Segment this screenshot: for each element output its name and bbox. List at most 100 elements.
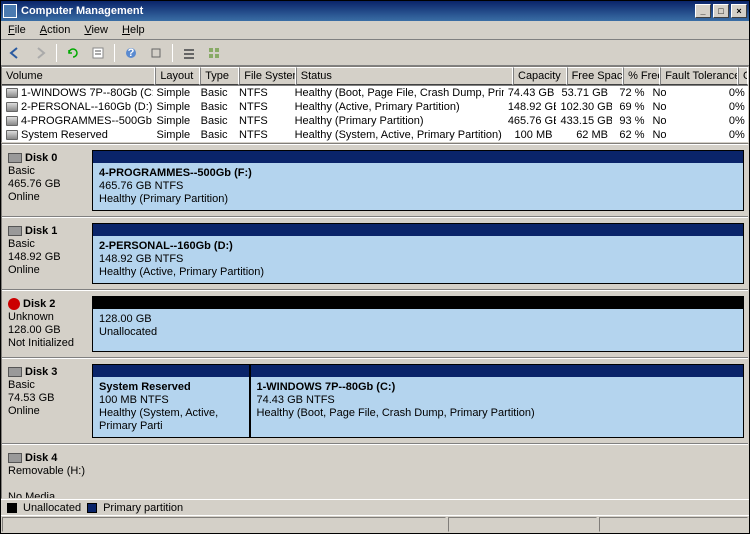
- volume-type: Basic: [197, 101, 235, 113]
- col-freespace[interactable]: Free Space: [567, 67, 623, 85]
- help-button[interactable]: ?: [120, 42, 142, 64]
- status-bar: [1, 515, 749, 533]
- partition[interactable]: 128.00 GBUnallocated: [92, 296, 744, 352]
- back-button[interactable]: [4, 42, 26, 64]
- col-overhead[interactable]: Overhead: [738, 67, 748, 85]
- volume-ov: 0%: [725, 101, 748, 113]
- disk-type: Basic: [8, 238, 90, 251]
- volume-ft: No: [648, 87, 724, 99]
- close-button[interactable]: ×: [731, 4, 747, 18]
- forward-button[interactable]: [29, 42, 51, 64]
- refresh-button[interactable]: [62, 42, 84, 64]
- view-list-button[interactable]: [178, 42, 200, 64]
- menu-view[interactable]: View: [77, 22, 115, 38]
- volume-pct: 72 %: [612, 87, 649, 99]
- volume-free: 53.71 GB: [556, 87, 612, 99]
- volume-layout: Simple: [153, 115, 197, 127]
- volume-header: Volume Layout Type File System Status Ca…: [2, 67, 748, 86]
- volume-ov: 0%: [725, 115, 748, 127]
- partition-bar: [251, 365, 743, 377]
- disk-icon: [8, 153, 22, 163]
- volume-icon: [6, 116, 18, 126]
- partition[interactable]: 1-WINDOWS 7P--80Gb (C:)74.43 GB NTFSHeal…: [250, 364, 744, 438]
- partition[interactable]: System Reserved100 MB NTFSHealthy (Syste…: [92, 364, 250, 438]
- disk-info[interactable]: Disk 3Basic74.53 GBOnline: [6, 362, 92, 440]
- col-type[interactable]: Type: [200, 67, 239, 85]
- window-title: Computer Management: [21, 5, 143, 17]
- settings-button[interactable]: [145, 42, 167, 64]
- volume-fs: NTFS: [235, 115, 291, 127]
- volume-ov: 0%: [725, 87, 748, 99]
- disk-partitions: [92, 448, 744, 499]
- content-area: Volume Layout Type File System Status Ca…: [1, 66, 749, 515]
- disk-info[interactable]: Disk 0Basic465.76 GBOnline: [6, 148, 92, 213]
- disk-state: Online: [8, 405, 90, 418]
- volume-icon: [6, 88, 18, 98]
- volume-ft: No: [648, 101, 724, 113]
- disk-type: Removable (H:): [8, 465, 90, 478]
- col-layout[interactable]: Layout: [155, 67, 200, 85]
- legend: UnallocatedPrimary partition: [1, 499, 749, 515]
- disk-name: Disk 3: [25, 366, 57, 378]
- menu-help[interactable]: Help: [115, 22, 152, 38]
- partition-size: 100 MB NTFS: [99, 394, 243, 407]
- volume-list: Volume Layout Type File System Status Ca…: [1, 66, 749, 143]
- disk-type: Basic: [8, 165, 90, 178]
- app-icon: [3, 4, 17, 18]
- volume-type: Basic: [197, 87, 235, 99]
- partition-bar: [93, 224, 743, 236]
- volume-status: Healthy (Active, Primary Partition): [291, 101, 504, 113]
- disk-graphical-view: Disk 0Basic465.76 GBOnline4-PROGRAMMES--…: [1, 143, 749, 499]
- volume-layout: Simple: [153, 129, 197, 141]
- disk-row: Disk 1Basic148.92 GBOnline2-PERSONAL--16…: [2, 217, 748, 290]
- menu-file[interactable]: File: [1, 22, 33, 38]
- disk-info[interactable]: Disk 4Removable (H:)No Media: [6, 448, 92, 499]
- volume-icon: [6, 102, 18, 112]
- volume-free: 433.15 GB: [556, 115, 612, 127]
- disk-state: No Media: [8, 491, 90, 499]
- partition-size: 128.00 GB: [99, 313, 737, 326]
- partition-status: Healthy (Boot, Page File, Crash Dump, Pr…: [257, 407, 737, 420]
- disk-info[interactable]: Disk 2Unknown128.00 GBNot Initialized: [6, 294, 92, 354]
- volume-fs: NTFS: [235, 129, 291, 141]
- disk-info[interactable]: Disk 1Basic148.92 GBOnline: [6, 221, 92, 286]
- menu-action[interactable]: Action: [33, 22, 78, 38]
- volume-capacity: 100 MB: [504, 129, 557, 141]
- col-volume[interactable]: Volume: [2, 67, 155, 85]
- disk-row: Disk 4Removable (H:)No Media: [2, 444, 748, 499]
- volume-layout: Simple: [153, 87, 197, 99]
- volume-ft: No: [648, 115, 724, 127]
- col-capacity[interactable]: Capacity: [513, 67, 567, 85]
- volume-pct: 93 %: [612, 115, 649, 127]
- volume-ft: No: [648, 129, 724, 141]
- volume-fs: NTFS: [235, 101, 291, 113]
- col-fault[interactable]: Fault Tolerance: [660, 67, 738, 85]
- disk-row: Disk 0Basic465.76 GBOnline4-PROGRAMMES--…: [2, 144, 748, 217]
- view-detail-button[interactable]: [203, 42, 225, 64]
- partition[interactable]: 2-PERSONAL--160Gb (D:)148.92 GB NTFSHeal…: [92, 223, 744, 284]
- disk-size: 148.92 GB: [8, 251, 90, 264]
- volume-status: Healthy (Primary Partition): [291, 115, 504, 127]
- partition[interactable]: 4-PROGRAMMES--500Gb (F:)465.76 GB NTFSHe…: [92, 150, 744, 211]
- disk-partitions: 128.00 GBUnallocated: [92, 294, 744, 354]
- partition-status: Unallocated: [99, 326, 737, 339]
- disk-size: 74.53 GB: [8, 392, 90, 405]
- volume-row[interactable]: 1-WINDOWS 7P--80Gb (C:)SimpleBasicNTFSHe…: [2, 86, 748, 100]
- minimize-button[interactable]: _: [695, 4, 711, 18]
- volume-row[interactable]: 4-PROGRAMMES--500Gb (F:)SimpleBasicNTFSH…: [2, 114, 748, 128]
- col-pctfree[interactable]: % Free: [623, 67, 660, 85]
- disk-name: Disk 0: [25, 152, 57, 164]
- maximize-button[interactable]: □: [713, 4, 729, 18]
- disk-state: Not Initialized: [8, 337, 90, 350]
- disk-row: Disk 3Basic74.53 GBOnlineSystem Reserved…: [2, 358, 748, 444]
- col-status[interactable]: Status: [296, 67, 513, 85]
- volume-row[interactable]: System ReservedSimpleBasicNTFSHealthy (S…: [2, 128, 748, 142]
- col-filesystem[interactable]: File System: [239, 67, 295, 85]
- volume-status: Healthy (Boot, Page File, Crash Dump, Pr…: [291, 87, 504, 99]
- partition-title: System Reserved: [99, 381, 243, 394]
- partition-status: Healthy (System, Active, Primary Parti: [99, 407, 243, 433]
- volume-row[interactable]: 2-PERSONAL--160Gb (D:)SimpleBasicNTFSHea…: [2, 100, 748, 114]
- volume-name: 1-WINDOWS 7P--80Gb (C:): [21, 87, 153, 99]
- properties-button[interactable]: [87, 42, 109, 64]
- legend-label: Unallocated: [23, 502, 81, 514]
